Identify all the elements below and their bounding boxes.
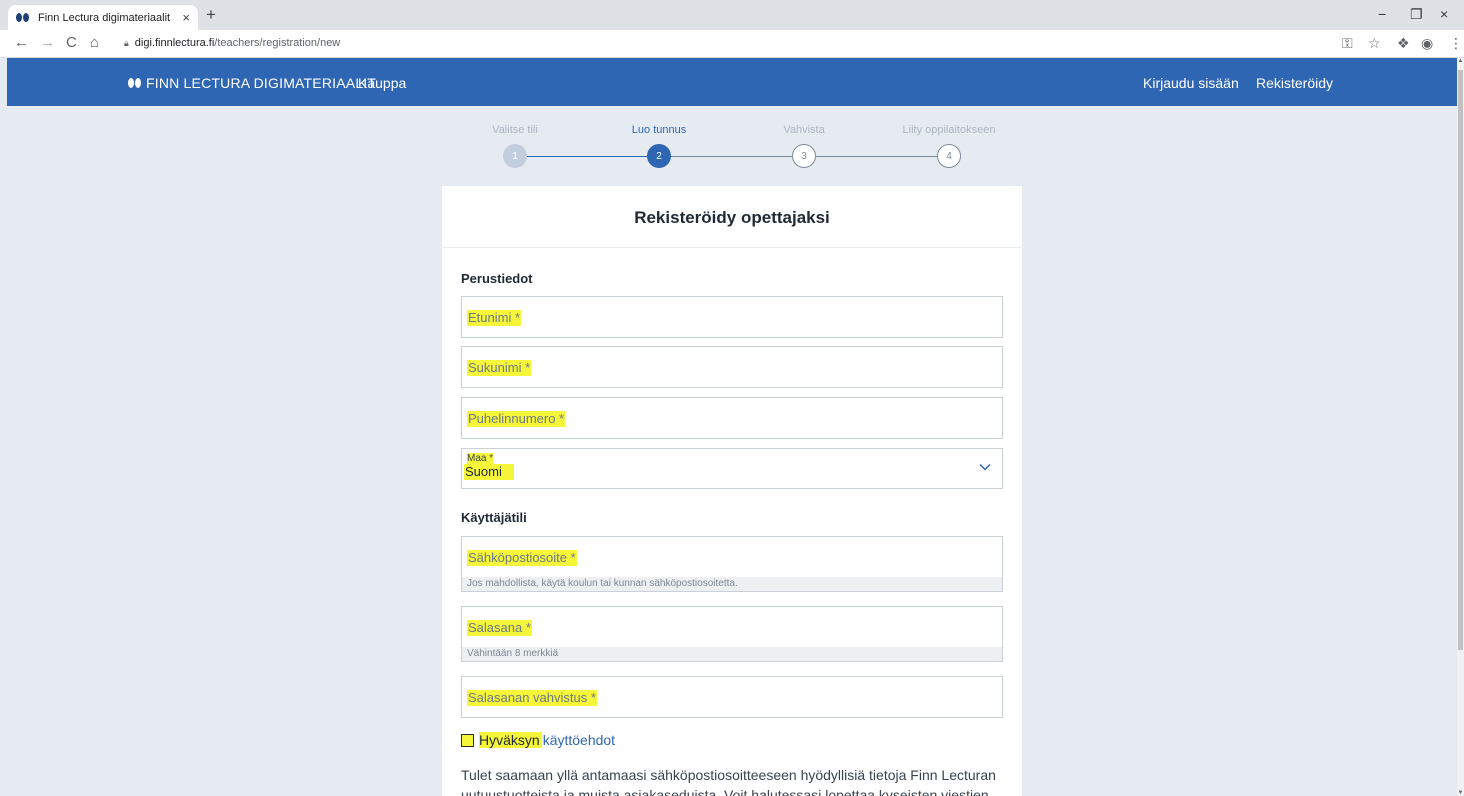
- step-circle-3: 3: [792, 144, 816, 168]
- email-hint: Jos mahdollista, käytä koulun tai kunnan…: [461, 577, 1003, 592]
- brand-link[interactable]: FINN LECTURA DIGIMATERIAALIT: [128, 75, 376, 91]
- site-favicon-icon: [16, 12, 30, 23]
- brand-text: FINN LECTURA DIGIMATERIAALIT: [146, 75, 377, 91]
- phone-placeholder: Puhelinnumero *: [467, 411, 566, 427]
- address-bar: ← → C ⌂ 🔒︎ digi.finnlectura.fi/teachers/r…: [0, 30, 1464, 58]
- key-icon[interactable]: ⚿: [1342, 35, 1353, 52]
- form-title: Rekisteröidy opettajaksi: [442, 186, 1022, 248]
- lock-icon: 🔒︎: [124, 38, 129, 48]
- password-hint: Vähintään 8 merkkiä: [461, 647, 1003, 662]
- terms-checkbox[interactable]: [461, 733, 474, 747]
- page-scrollbar[interactable]: ▲ ▼: [1457, 58, 1464, 796]
- finn-lectura-logo-icon: [128, 78, 141, 88]
- phone-field[interactable]: Puhelinnumero *: [461, 397, 1003, 439]
- back-icon[interactable]: ←: [14, 34, 29, 51]
- shop-link[interactable]: Kauppa: [358, 75, 406, 91]
- url-domain: digi.finnlectura.fi: [134, 37, 215, 49]
- step-connector: [527, 156, 647, 157]
- site-header: FINN LECTURA DIGIMATERIAALIT Kauppa Kirj…: [7, 58, 1457, 106]
- browser-tab[interactable]: Finn Lectura digimateriaalit ×: [8, 5, 198, 30]
- registration-stepper: Valitse tili Luo tunnus Vahvista Liity o…: [470, 124, 1010, 174]
- step-connector: [671, 156, 792, 157]
- scroll-up-icon[interactable]: ▲: [1457, 58, 1464, 64]
- tab-title: Finn Lectura digimateriaalit: [38, 11, 171, 24]
- login-link[interactable]: Kirjaudu sisään: [1143, 75, 1239, 91]
- password-confirm-field[interactable]: Salasanan vahvistus *: [461, 676, 1003, 718]
- scroll-down-icon[interactable]: ▼: [1457, 790, 1464, 796]
- menu-icon[interactable]: ⋮: [1449, 35, 1463, 52]
- step-circle-4: 4: [937, 144, 961, 168]
- profile-icon[interactable]: ◉: [1421, 35, 1433, 52]
- forward-icon[interactable]: →: [40, 34, 55, 51]
- country-label: Maa *: [467, 453, 494, 464]
- step-circle-1: 1: [503, 144, 527, 168]
- registration-card: Rekisteröidy opettajaksi Perustiedot Etu…: [442, 186, 1022, 796]
- marketing-info-text: Tulet saamaan yllä antamaasi sähköpostio…: [461, 767, 996, 796]
- browser-tab-bar: Finn Lectura digimateriaalit × + − ❐ ×: [0, 0, 1464, 30]
- accept-label[interactable]: Hyväksyn: [479, 732, 542, 748]
- step-label-1: Valitse tili: [492, 124, 538, 136]
- step-label-2: Luo tunnus: [631, 124, 687, 136]
- terms-link[interactable]: käyttöehdot: [543, 732, 615, 748]
- email-placeholder: Sähköpostiosoite *: [467, 550, 577, 566]
- last-name-placeholder: Sukunimi *: [467, 360, 532, 376]
- tab-close-icon[interactable]: ×: [182, 10, 190, 25]
- new-tab-button[interactable]: +: [206, 5, 216, 25]
- register-link[interactable]: Rekisteröidy: [1256, 75, 1333, 91]
- star-icon[interactable]: ☆: [1368, 35, 1381, 52]
- country-value: Suomi: [464, 464, 514, 480]
- extensions-icon[interactable]: ❖: [1397, 35, 1410, 52]
- basic-info-heading: Perustiedot: [461, 271, 533, 286]
- minimize-icon[interactable]: −: [1378, 6, 1386, 22]
- restore-icon[interactable]: ❐: [1410, 6, 1423, 23]
- chevron-down-icon: [979, 463, 991, 471]
- password-confirm-placeholder: Salasanan vahvistus *: [467, 690, 597, 706]
- step-connector: [816, 156, 937, 157]
- step-circle-2: 2: [647, 144, 671, 168]
- password-placeholder: Salasana *: [467, 620, 532, 636]
- first-name-field[interactable]: Etunimi *: [461, 296, 1003, 338]
- terms-row: Hyväksyn käyttöehdot: [461, 732, 615, 748]
- url-path: /teachers/registration/new: [214, 37, 341, 49]
- account-heading: Käyttäjätili: [461, 510, 527, 525]
- window-close-icon[interactable]: ×: [1440, 6, 1448, 22]
- last-name-field[interactable]: Sukunimi *: [461, 346, 1003, 388]
- scrollbar-thumb[interactable]: [1458, 70, 1463, 650]
- url-field[interactable]: 🔒︎ digi.finnlectura.fi/teachers/registrat…: [124, 37, 340, 49]
- reload-icon[interactable]: C: [66, 34, 77, 51]
- step-label-3: Vahvista: [783, 124, 825, 136]
- home-icon[interactable]: ⌂: [90, 34, 99, 51]
- password-field[interactable]: Salasana *: [461, 606, 1003, 648]
- email-field[interactable]: Sähköpostiosoite *: [461, 536, 1003, 578]
- country-select[interactable]: Maa * Suomi: [461, 448, 1003, 489]
- first-name-placeholder: Etunimi *: [467, 310, 522, 326]
- step-label-4: Liity oppilaitokseen: [902, 124, 996, 136]
